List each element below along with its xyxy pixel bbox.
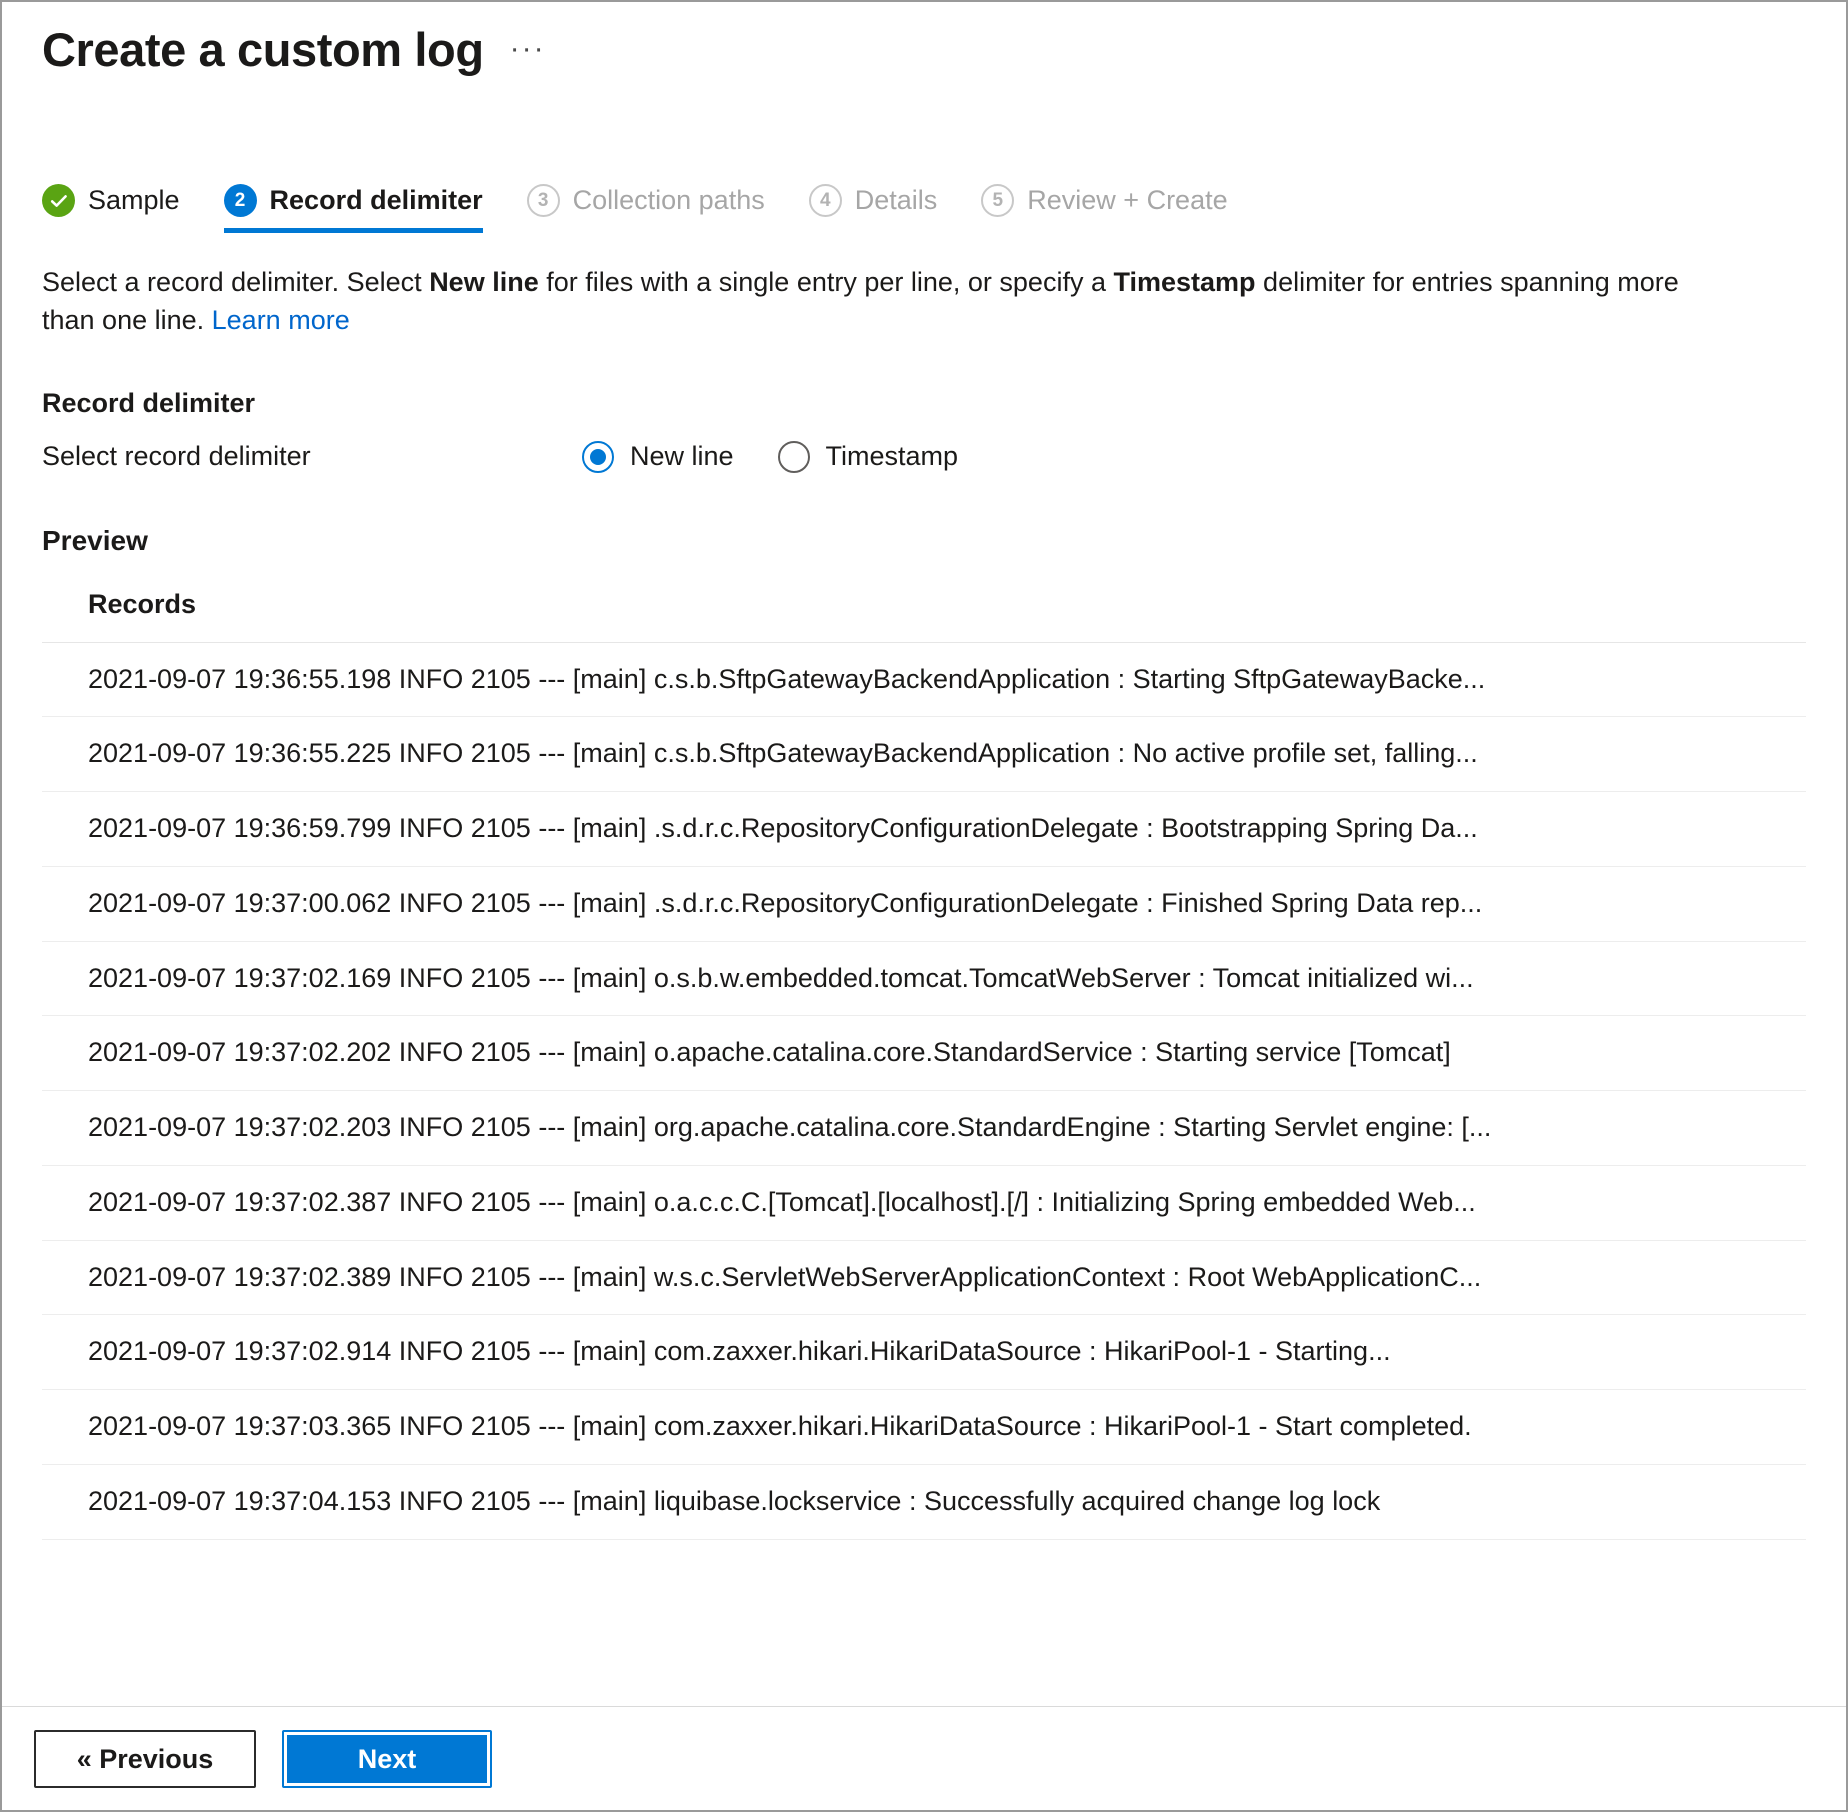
table-row: 2021-09-07 19:36:55.225 INFO 2105 --- [m… — [42, 717, 1806, 793]
table-row: 2021-09-07 19:37:04.153 INFO 2105 --- [m… — [42, 1465, 1806, 1540]
wizard-step-label: Sample — [88, 185, 180, 215]
wizard-step-label: Details — [854, 185, 938, 215]
radio-option-new-line[interactable]: New line — [582, 440, 734, 473]
table-row: 2021-09-07 19:37:02.169 INFO 2105 --- [m… — [42, 942, 1806, 1017]
table-row: 2021-09-07 19:37:02.203 INFO 2105 --- [m… — [42, 1091, 1806, 1166]
next-button[interactable]: Next — [282, 1729, 492, 1788]
table-row: 2021-09-07 19:36:59.799 INFO 2105 --- [m… — [42, 792, 1806, 867]
table-row: 2021-09-07 19:37:02.389 INFO 2105 --- [m… — [42, 1241, 1806, 1316]
radio-selected-icon[interactable] — [582, 440, 614, 473]
wizard-step-collection-paths[interactable]: 3 Collection paths — [526, 184, 765, 233]
previous-button[interactable]: « Previous — [34, 1729, 256, 1788]
records-column-header: Records — [42, 579, 1806, 643]
wizard-step-sample[interactable]: Sample — [42, 184, 180, 233]
page-title: Create a custom log — [42, 23, 484, 76]
record-delimiter-heading: Record delimiter — [42, 387, 256, 418]
radio-unselected-icon[interactable] — [777, 440, 810, 473]
table-row: 2021-09-07 19:36:55.198 INFO 2105 --- [m… — [42, 643, 1806, 718]
learn-more-link[interactable]: Learn more — [212, 305, 350, 335]
record-delimiter-field: Select record delimiter New line Timesta… — [42, 440, 1806, 473]
step-number-badge: 5 — [981, 184, 1015, 217]
wizard-step-record-delimiter[interactable]: 2 Record delimiter — [223, 184, 483, 233]
table-row: 2021-09-07 19:37:00.062 INFO 2105 --- [m… — [42, 867, 1806, 942]
wizard-step-details[interactable]: 4 Details — [808, 184, 938, 233]
description-bold-timestamp: Timestamp — [1113, 267, 1256, 297]
wizard-step-label: Review + Create — [1027, 185, 1228, 215]
wizard-step-review-create[interactable]: 5 Review + Create — [981, 184, 1228, 233]
table-row: 2021-09-07 19:37:02.387 INFO 2105 --- [m… — [42, 1166, 1806, 1241]
wizard-step-label: Collection paths — [572, 185, 765, 215]
table-row: 2021-09-07 19:37:03.365 INFO 2105 --- [m… — [42, 1390, 1806, 1465]
step-number-badge: 4 — [808, 184, 842, 217]
step-number-badge: 2 — [223, 184, 257, 217]
radio-option-timestamp[interactable]: Timestamp — [777, 440, 959, 473]
radio-label: Timestamp — [825, 441, 959, 472]
dialog-header: Create a custom log ··· — [2, 2, 1846, 110]
check-circle-icon — [42, 184, 75, 217]
record-delimiter-field-label: Select record delimiter — [42, 441, 311, 472]
table-row: 2021-09-07 19:37:02.914 INFO 2105 --- [m… — [42, 1315, 1806, 1391]
description-part-2: for files with a single entry per line, … — [538, 267, 1114, 297]
create-custom-log-dialog: Create a custom log ··· Sample 2 Record … — [0, 0, 1848, 1812]
description-part-1: Select a record delimiter. Select — [42, 267, 430, 297]
record-delimiter-radio-group: New line Timestamp — [582, 440, 959, 473]
preview-heading: Preview — [42, 524, 148, 556]
table-row: 2021-09-07 19:37:02.202 INFO 2105 --- [m… — [42, 1016, 1806, 1092]
wizard-steps: Sample 2 Record delimiter 3 Collection p… — [42, 184, 1806, 233]
dialog-footer: « Previous Next — [2, 1706, 1846, 1810]
more-actions-icon[interactable]: ··· — [510, 34, 546, 64]
description-bold-new-line: New line — [429, 267, 539, 297]
dialog-content: Sample 2 Record delimiter 3 Collection p… — [2, 110, 1846, 1706]
step-description: Select a record delimiter. Select New li… — [42, 263, 1702, 340]
records-body[interactable]: 2021-09-07 19:36:55.198 INFO 2105 --- [m… — [42, 643, 1806, 1706]
radio-label: New line — [630, 441, 734, 472]
records-table: Records 2021-09-07 19:36:55.198 INFO 210… — [42, 579, 1806, 1706]
step-number-badge: 3 — [526, 184, 560, 217]
wizard-step-label: Record delimiter — [269, 185, 483, 215]
